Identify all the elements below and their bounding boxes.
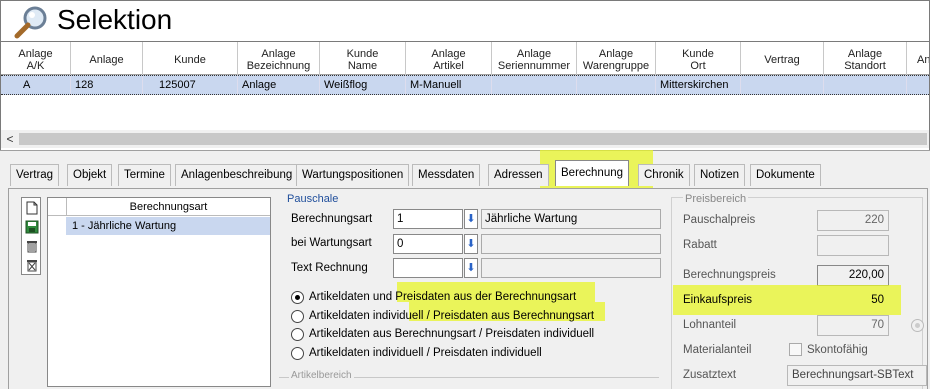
- list-header-label: Berechnungsart: [66, 198, 270, 216]
- berechnung-panel: Berechnungsart 1 - Jährliche Wartung Pau…: [8, 188, 928, 389]
- berechnungspreis-label: Berechnungspreis: [683, 269, 776, 281]
- lohnanteil-field[interactable]: 70: [817, 315, 889, 336]
- column-header[interactable]: Anlage A/K: [1, 42, 71, 75]
- window-title: Selektion: [57, 4, 173, 35]
- artikelbereich-legend: Artikelbereich: [289, 370, 354, 381]
- radio-button[interactable]: [291, 309, 304, 323]
- scrollbar-thumb[interactable]: [19, 133, 927, 145]
- tab-vertrag[interactable]: Vertrag: [10, 164, 60, 186]
- bei-wartungsart-label: bei Wartungsart: [291, 237, 372, 249]
- pauschale-legend: Pauschale: [287, 193, 339, 205]
- radio-option[interactable]: Artikeldaten aus Berechnungsart / Preisd…: [291, 326, 594, 342]
- radio-label: Artikeldaten aus Berechnungsart / Preisd…: [309, 328, 595, 340]
- skonto-label: Skontofähig: [807, 343, 868, 356]
- pauschalpreis-field[interactable]: 220: [817, 210, 889, 231]
- text-rechnung-label: Text Rechnung: [291, 262, 368, 274]
- table-cell: M-Manuell: [406, 76, 492, 94]
- tab-berechnung[interactable]: Berechnung: [555, 160, 630, 186]
- tab-objekt[interactable]: Objekt: [67, 164, 113, 186]
- column-header[interactable]: Anlage: [71, 42, 143, 75]
- berechnungsart-list[interactable]: Berechnungsart 1 - Jährliche Wartung: [47, 197, 271, 387]
- zusatztext-field[interactable]: Berechnungsart-SBText: [787, 365, 927, 386]
- einkaufspreis-field[interactable]: 50: [817, 290, 889, 311]
- tab-termine[interactable]: Termine: [118, 164, 171, 186]
- berechnungspreis-field[interactable]: 220,00: [817, 265, 889, 286]
- tab-wartungspositionen[interactable]: Wartungspositionen: [296, 164, 410, 186]
- horizontal-scrollbar[interactable]: <: [1, 130, 929, 148]
- berechnungsart-input[interactable]: 1: [393, 209, 463, 229]
- list-header: Berechnungsart: [48, 198, 270, 216]
- lohnanteil-radio[interactable]: [911, 319, 924, 332]
- table-cell: [577, 76, 656, 94]
- text-rechnung-description: [481, 258, 661, 278]
- new-document-icon[interactable]: [23, 199, 40, 216]
- tab-messdaten[interactable]: Messdaten: [412, 164, 481, 186]
- radio-label: Artikeldaten individuell / Preisdaten au…: [309, 310, 595, 322]
- table-cell: [824, 76, 907, 94]
- scroll-left-icon[interactable]: <: [3, 132, 17, 146]
- table-cell: A: [19, 76, 71, 94]
- radio-button[interactable]: [291, 290, 304, 304]
- tab-bar: Vertrag Objekt Termine Anlagenbeschreibu…: [0, 150, 930, 192]
- einkaufspreis-label: Einkaufspreis: [683, 294, 753, 306]
- lookup-arrow-icon[interactable]: ⬇: [464, 258, 478, 278]
- radio-label: Artikeldaten und Preisdaten aus der Bere…: [309, 291, 577, 303]
- radio-option[interactable]: Artikeldaten individuell / Preisdaten au…: [291, 308, 594, 324]
- radio-option[interactable]: Artikeldaten und Preisdaten aus der Bere…: [291, 289, 576, 305]
- table-cell: [492, 76, 577, 94]
- title-bar: Selektion: [0, 0, 930, 42]
- column-header[interactable]: Anlage Bezeichnung: [238, 42, 320, 75]
- tab-anlagenbeschreibung[interactable]: Anlagenbeschreibung: [175, 164, 299, 186]
- toolbar: [21, 197, 41, 275]
- lookup-arrow-icon[interactable]: ⬇: [464, 234, 478, 254]
- berechnungsart-label: Berechnungsart: [291, 213, 373, 225]
- table-row[interactable]: A 128 125007 Anlage Weißflog M-Manuell M…: [1, 75, 929, 95]
- radio-button[interactable]: [291, 327, 304, 341]
- lookup-arrow-icon[interactable]: ⬇: [464, 209, 478, 229]
- artikelbereich-group: Artikelbereich: [279, 370, 659, 389]
- column-header[interactable]: Vertrag: [741, 42, 824, 75]
- preisbereich-legend: Preisbereich: [683, 193, 749, 205]
- table-cell: Mitterskirchen: [656, 76, 741, 94]
- tab-adressen[interactable]: Adressen: [488, 164, 549, 186]
- column-header[interactable]: Anlage Seriennummer: [492, 42, 577, 75]
- zusatztext-label: Zusatztext: [683, 369, 737, 381]
- radio-option[interactable]: Artikeldaten individuell / Preisdaten in…: [291, 345, 542, 361]
- table-cell: 125007: [155, 76, 238, 94]
- tab-notizen[interactable]: Notizen: [694, 164, 745, 186]
- column-header[interactable]: Anlage Standort: [824, 42, 907, 75]
- save-icon[interactable]: [23, 218, 40, 235]
- tab-dokumente[interactable]: Dokumente: [750, 164, 821, 186]
- pauschalpreis-label: Pauschalpreis: [683, 214, 756, 226]
- column-header[interactable]: Kunde Ort: [656, 42, 741, 75]
- column-header[interactable]: An: [907, 42, 929, 75]
- radio-label: Artikeldaten individuell / Preisdaten in…: [309, 347, 542, 359]
- column-header[interactable]: Kunde Name: [320, 42, 406, 75]
- bei-wartungsart-input[interactable]: 0: [393, 234, 463, 254]
- rabatt-label: Rabatt: [683, 239, 717, 251]
- lohnanteil-label: Lohnanteil: [683, 319, 737, 331]
- materialanteil-label: Materialanteil: [683, 344, 752, 356]
- selection-grid[interactable]: Anlage A/K Anlage Kunde Anlage Bezeichnu…: [0, 42, 930, 150]
- rabatt-field[interactable]: [817, 235, 889, 256]
- column-header[interactable]: Anlage Warengruppe: [577, 42, 656, 75]
- column-header[interactable]: Anlage Artikel: [406, 42, 492, 75]
- radio-button[interactable]: [291, 346, 304, 360]
- bei-wartungsart-description: [481, 234, 661, 254]
- skonto-checkbox-row[interactable]: Skontofähig: [789, 343, 868, 356]
- delete-all-icon[interactable]: [23, 256, 40, 273]
- column-header[interactable]: Kunde: [143, 42, 238, 75]
- table-cell: Anlage: [238, 76, 320, 94]
- berechnungsart-description: Jährliche Wartung: [481, 209, 661, 229]
- search-icon: [14, 6, 47, 39]
- table-cell: [741, 76, 824, 94]
- delete-icon[interactable]: [23, 237, 40, 254]
- table-cell: Weißflog: [320, 76, 406, 94]
- skonto-checkbox[interactable]: [789, 343, 802, 356]
- text-rechnung-input[interactable]: [393, 258, 463, 278]
- table-cell: 128: [71, 76, 143, 94]
- grid-header: Anlage A/K Anlage Kunde Anlage Bezeichnu…: [1, 42, 929, 75]
- tab-chronik[interactable]: Chronik: [638, 164, 690, 186]
- list-item[interactable]: 1 - Jährliche Wartung: [66, 217, 270, 235]
